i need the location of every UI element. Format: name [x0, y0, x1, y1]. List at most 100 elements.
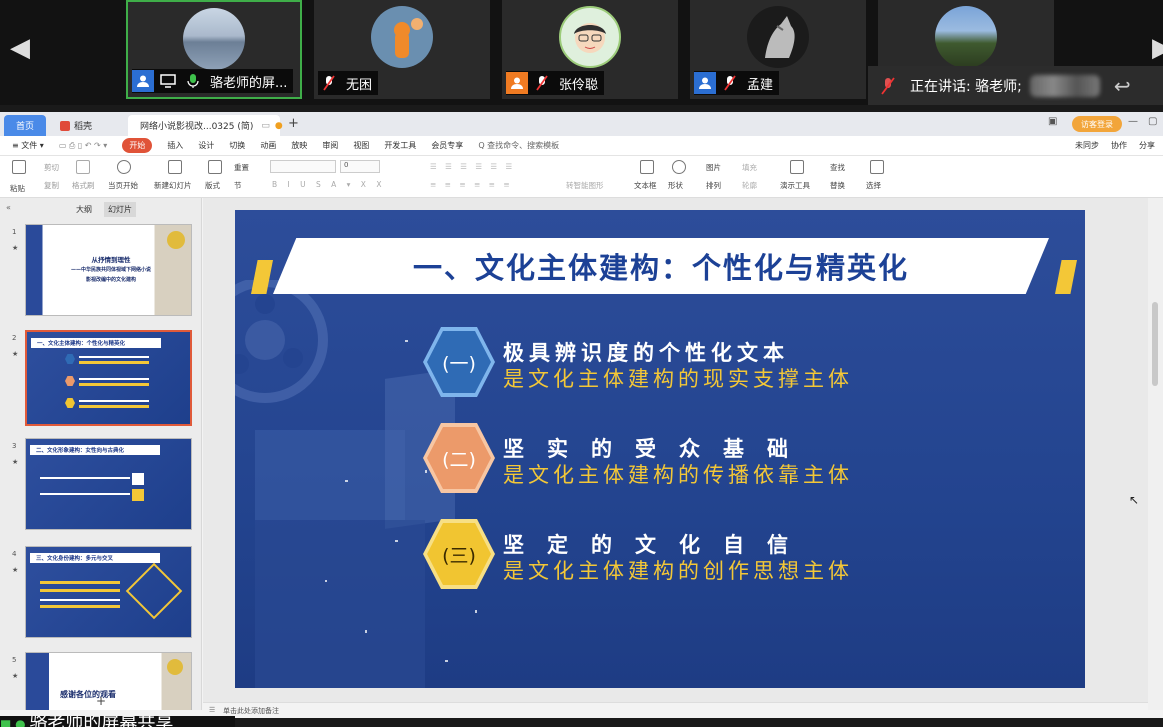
- shape-icon[interactable]: [672, 160, 686, 174]
- find-label[interactable]: 查找: [830, 162, 845, 173]
- slide-thumbnail-5[interactable]: 感谢各位的观看: [25, 652, 192, 710]
- convert-smartart-label[interactable]: 转智能图形: [566, 180, 604, 191]
- picture-label[interactable]: 图片: [706, 162, 721, 173]
- slide-thumbnail-1[interactable]: 从抒情到理性 ——中华民族共同体视域下网络小说 影视改编中的文化建构: [25, 224, 192, 316]
- menu-design[interactable]: 设计: [198, 140, 214, 151]
- format-painter-icon[interactable]: [76, 160, 90, 174]
- slide-thumbnail-4[interactable]: 三、文化身份建构：多元与交叉: [25, 546, 192, 638]
- shape-label[interactable]: 形状: [668, 180, 683, 191]
- play-icon[interactable]: [117, 160, 131, 174]
- menu-view[interactable]: 视图: [353, 140, 369, 151]
- text-line: [79, 400, 149, 402]
- presentation-tools-icon[interactable]: [790, 160, 804, 174]
- vertical-scrollbar[interactable]: [1148, 198, 1163, 710]
- film-reel-icon: [167, 659, 183, 675]
- menu-start[interactable]: 开始: [122, 138, 153, 153]
- select-icon[interactable]: [870, 160, 884, 174]
- new-slide-label[interactable]: 新建幻灯片: [154, 180, 192, 191]
- replace-label[interactable]: 替换: [830, 180, 845, 191]
- mouse-cursor-icon: ↖: [1129, 493, 1140, 507]
- sync-button[interactable]: 未同步: [1075, 140, 1099, 151]
- participant-tile[interactable]: 孟建: [690, 0, 866, 99]
- fill-label[interactable]: 填充: [742, 162, 757, 173]
- layout-icon[interactable]: [208, 160, 222, 174]
- login-button[interactable]: 访客登录: [1072, 116, 1122, 132]
- participant-tile[interactable]: [878, 0, 1054, 68]
- daoke-icon: [60, 120, 70, 131]
- align-buttons[interactable]: ≡ ≡ ≡ ≡ ≡ ≡: [430, 180, 513, 189]
- menu-file[interactable]: ≡ 文件 ▾: [12, 140, 44, 151]
- paragraph-buttons[interactable]: ☰ ☰ ☰ ☰ ☰ ☰: [430, 162, 515, 171]
- reply-icon[interactable]: ↩: [1114, 74, 1131, 98]
- text-box-label[interactable]: 文本框: [634, 180, 657, 191]
- new-slide-icon[interactable]: [168, 160, 182, 174]
- cut-label[interactable]: 剪切: [44, 162, 59, 173]
- point-badge-label: (二): [427, 427, 491, 489]
- participant-tile[interactable]: 无困: [314, 0, 490, 99]
- menu-slideshow[interactable]: 放映: [291, 140, 307, 151]
- font-name-box[interactable]: [270, 160, 336, 173]
- participant-tile[interactable]: 张伶聪: [502, 0, 678, 99]
- minimize-icon[interactable]: —: [1128, 116, 1138, 127]
- thumb-title-line: 从抒情到理性: [91, 256, 131, 264]
- menu-member[interactable]: 会员专享: [431, 140, 463, 151]
- slide-star-icon: ★: [12, 458, 19, 466]
- new-tab-button[interactable]: +: [288, 116, 299, 131]
- menu-developer[interactable]: 开发工具: [384, 140, 416, 151]
- text-box-icon[interactable]: [640, 160, 654, 174]
- font-style-buttons[interactable]: B I U S A ▾ X X: [272, 180, 385, 189]
- blurred-names: [1029, 74, 1100, 97]
- slide-star-icon: ★: [12, 244, 19, 252]
- tab-daoke[interactable]: 稻壳: [52, 115, 124, 136]
- thumb-title: 三、文化身份建构：多元与交叉: [30, 553, 160, 563]
- tab-monitor-icon[interactable]: ▭: [261, 121, 270, 131]
- section-label[interactable]: 节: [234, 180, 242, 191]
- window-layout-icon[interactable]: ▣: [1048, 116, 1057, 127]
- paste-icon[interactable]: [12, 160, 26, 174]
- user-icon: [132, 70, 154, 92]
- tab-slides[interactable]: 幻灯片: [104, 202, 136, 217]
- participant-bar: 孟建: [694, 71, 780, 95]
- tab-outline[interactable]: 大纲: [76, 204, 92, 215]
- notes-placeholder[interactable]: 单击此处添加备注: [223, 706, 279, 716]
- quick-access-icons[interactable]: ▭ ⎙ ▯ ↶ ↷ ▾: [59, 141, 108, 151]
- hex-icon: [65, 398, 75, 408]
- participant-tile[interactable]: 骆老师的屏...: [126, 0, 302, 99]
- share-button[interactable]: 分享: [1139, 140, 1155, 151]
- menu-transition[interactable]: 切换: [229, 140, 245, 151]
- slide-title: 一、文化主体建构：个性化与精英化: [412, 251, 909, 285]
- arrange-label[interactable]: 排列: [706, 180, 721, 191]
- collab-button[interactable]: 协作: [1111, 140, 1127, 151]
- slide-number: 3: [12, 442, 17, 450]
- tab-document[interactable]: 网络小说影视改...0325 (简) ▭ ●: [128, 115, 283, 136]
- outline-label[interactable]: 轮廓: [742, 180, 757, 191]
- font-size-box[interactable]: 0: [340, 160, 380, 173]
- slide-thumbnail-3[interactable]: 二、文化形象建构：女性向与古典化: [25, 438, 192, 530]
- current-slide[interactable]: 一、文化主体建构：个性化与精英化 (一) 极具辨识度的个性化文本 是文化主体建构…: [235, 210, 1085, 688]
- slide-number: 4: [12, 550, 17, 558]
- menu-review[interactable]: 审阅: [322, 140, 338, 151]
- slide-star-icon: ★: [12, 566, 19, 574]
- paste-label[interactable]: 粘贴: [10, 183, 25, 194]
- layout-label[interactable]: 版式: [205, 180, 220, 191]
- copy-label[interactable]: 复制: [44, 180, 59, 191]
- menu-animation[interactable]: 动画: [260, 140, 276, 151]
- play-from-current-label[interactable]: 当页开始: [108, 180, 138, 191]
- tab-home[interactable]: 首页: [4, 115, 46, 136]
- add-slide-button[interactable]: +: [96, 694, 106, 708]
- hex-icon: [65, 354, 75, 364]
- slide-thumbnail-2[interactable]: 一、文化主体建构：个性化与精英化: [25, 330, 192, 426]
- presentation-tools-label[interactable]: 演示工具: [780, 180, 810, 191]
- collapse-panel-icon[interactable]: «: [6, 203, 11, 212]
- next-page-arrow-icon[interactable]: ▶: [1150, 30, 1163, 66]
- mic-on-icon: [182, 70, 204, 92]
- maximize-icon[interactable]: ▢: [1148, 116, 1157, 127]
- prev-page-arrow-icon[interactable]: ◀: [8, 30, 32, 66]
- select-label[interactable]: 选择: [866, 180, 881, 191]
- reset-label[interactable]: 重置: [234, 162, 249, 173]
- scrollbar-thumb[interactable]: [1152, 302, 1158, 386]
- format-painter-label[interactable]: 格式刷: [72, 180, 95, 191]
- notes-bar[interactable]: ☰ 单击此处添加备注: [203, 702, 1148, 718]
- command-search[interactable]: Q 查找命令、搜索模板: [478, 140, 559, 151]
- menu-insert[interactable]: 插入: [167, 140, 183, 151]
